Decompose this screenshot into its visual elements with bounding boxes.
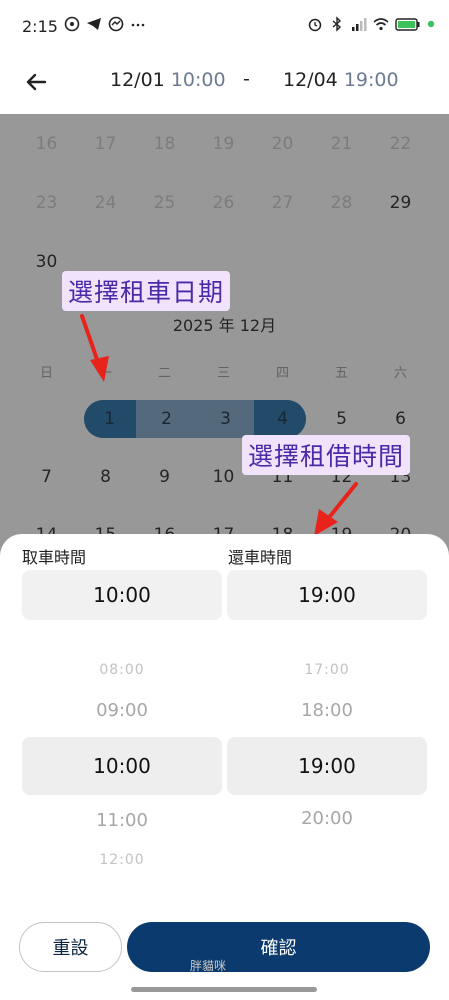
status-time: 2:15 (22, 17, 58, 36)
return-wheel-selected[interactable]: 19:00 (227, 737, 427, 795)
signal-icon (352, 18, 367, 31)
pickup-wheel-selected[interactable]: 10:00 (22, 737, 222, 795)
pickup-datetime[interactable]: 12/01 10:00 (110, 69, 226, 91)
back-button[interactable] (18, 64, 54, 100)
pickup-date: 12/01 (110, 69, 165, 91)
alarm-icon (308, 18, 322, 32)
bluetooth-icon (332, 16, 342, 32)
status-icons-right (307, 16, 435, 32)
return-wheel-option[interactable]: 18:00 (227, 700, 427, 721)
telegram-icon (87, 18, 101, 30)
pickup-time-label: 10:00 (170, 69, 226, 91)
status-icons-left (64, 16, 146, 32)
pickup-time-heading: 取車時間 (22, 548, 87, 567)
pickup-wheel-option[interactable]: 09:00 (22, 700, 222, 721)
return-date: 12/04 (283, 69, 338, 91)
status-bar: 2:15 (0, 0, 449, 52)
reset-button[interactable]: 重設 (19, 922, 122, 972)
annotation-pick-time: 選擇租借時間 (242, 435, 411, 475)
wifi-icon (373, 18, 389, 31)
back-arrow-icon (26, 73, 47, 91)
pickup-wheel-option[interactable]: 12:00 (22, 852, 222, 868)
return-wheel-option[interactable]: 20:00 (227, 808, 427, 829)
watermark: 胖貓咪 (190, 959, 227, 973)
return-time-label: 19:00 (343, 69, 399, 91)
messenger-icon (108, 16, 124, 32)
range-dash: - (243, 68, 250, 90)
battery-icon (395, 18, 420, 31)
return-time-heading: 還車時間 (228, 548, 293, 567)
return-wheel-option[interactable]: 17:00 (227, 662, 427, 678)
pickup-wheel-option[interactable]: 08:00 (22, 662, 222, 678)
pickup-wheel-option[interactable]: 11:00 (22, 810, 222, 831)
pickup-time-display[interactable]: 10:00 (22, 570, 222, 620)
status-dot-icon (427, 20, 435, 28)
home-indicator[interactable] (131, 987, 317, 992)
annotation-pick-date: 選擇租車日期 (62, 271, 231, 311)
time-picker-sheet: 取車時間 還車時間 10:00 19:00 08:00 09:00 10:00 … (0, 534, 449, 1000)
return-time-display[interactable]: 19:00 (227, 570, 427, 620)
return-datetime[interactable]: 12/04 19:00 (283, 69, 399, 91)
more-dots-icon (131, 23, 145, 27)
confirm-button[interactable]: 確認 (127, 922, 430, 972)
whatsapp-icon (64, 16, 80, 32)
date-range-header: 12/01 10:00 - 12/04 19:00 (0, 52, 449, 114)
